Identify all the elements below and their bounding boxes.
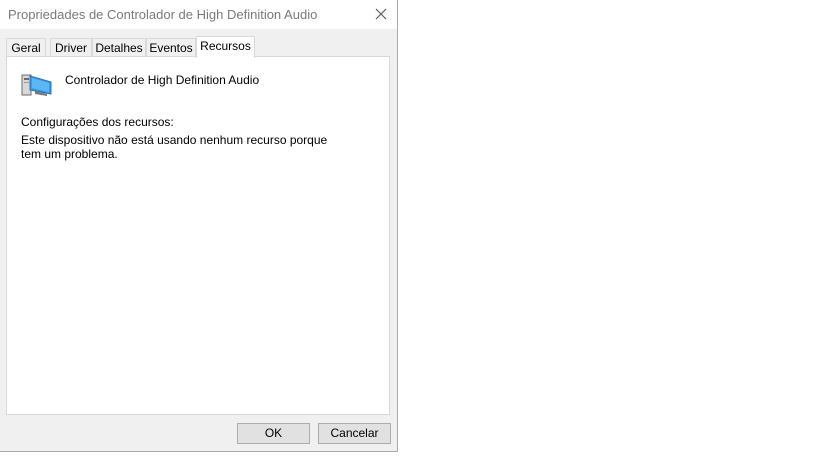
tab-recursos[interactable]: Recursos bbox=[196, 36, 255, 58]
close-button[interactable] bbox=[365, 0, 397, 29]
close-icon bbox=[375, 8, 387, 20]
ok-button[interactable]: OK bbox=[237, 423, 310, 444]
device-name: Controlador de High Definition Audio bbox=[65, 73, 260, 87]
tab-detalhes[interactable]: Detalhes bbox=[92, 38, 146, 57]
tab-eventos[interactable]: Eventos bbox=[146, 38, 196, 57]
cancel-button[interactable]: Cancelar bbox=[318, 423, 391, 444]
window-title: Propriedades de Controlador de High Defi… bbox=[8, 7, 318, 22]
title-bar[interactable]: Propriedades de Controlador de High Defi… bbox=[0, 0, 397, 29]
computer-monitor-icon bbox=[21, 74, 52, 96]
tab-strip: Geral Driver Detalhes Eventos Recursos bbox=[6, 36, 392, 58]
resources-settings-label: Configurações dos recursos: bbox=[21, 115, 174, 129]
tab-driver[interactable]: Driver bbox=[50, 38, 92, 57]
tab-geral[interactable]: Geral bbox=[6, 38, 46, 57]
resources-message: Este dispositivo não está usando nenhum … bbox=[21, 133, 328, 161]
properties-dialog: Propriedades de Controlador de High Defi… bbox=[0, 0, 398, 452]
recursos-panel: Controlador de High Definition Audio Con… bbox=[6, 56, 390, 415]
